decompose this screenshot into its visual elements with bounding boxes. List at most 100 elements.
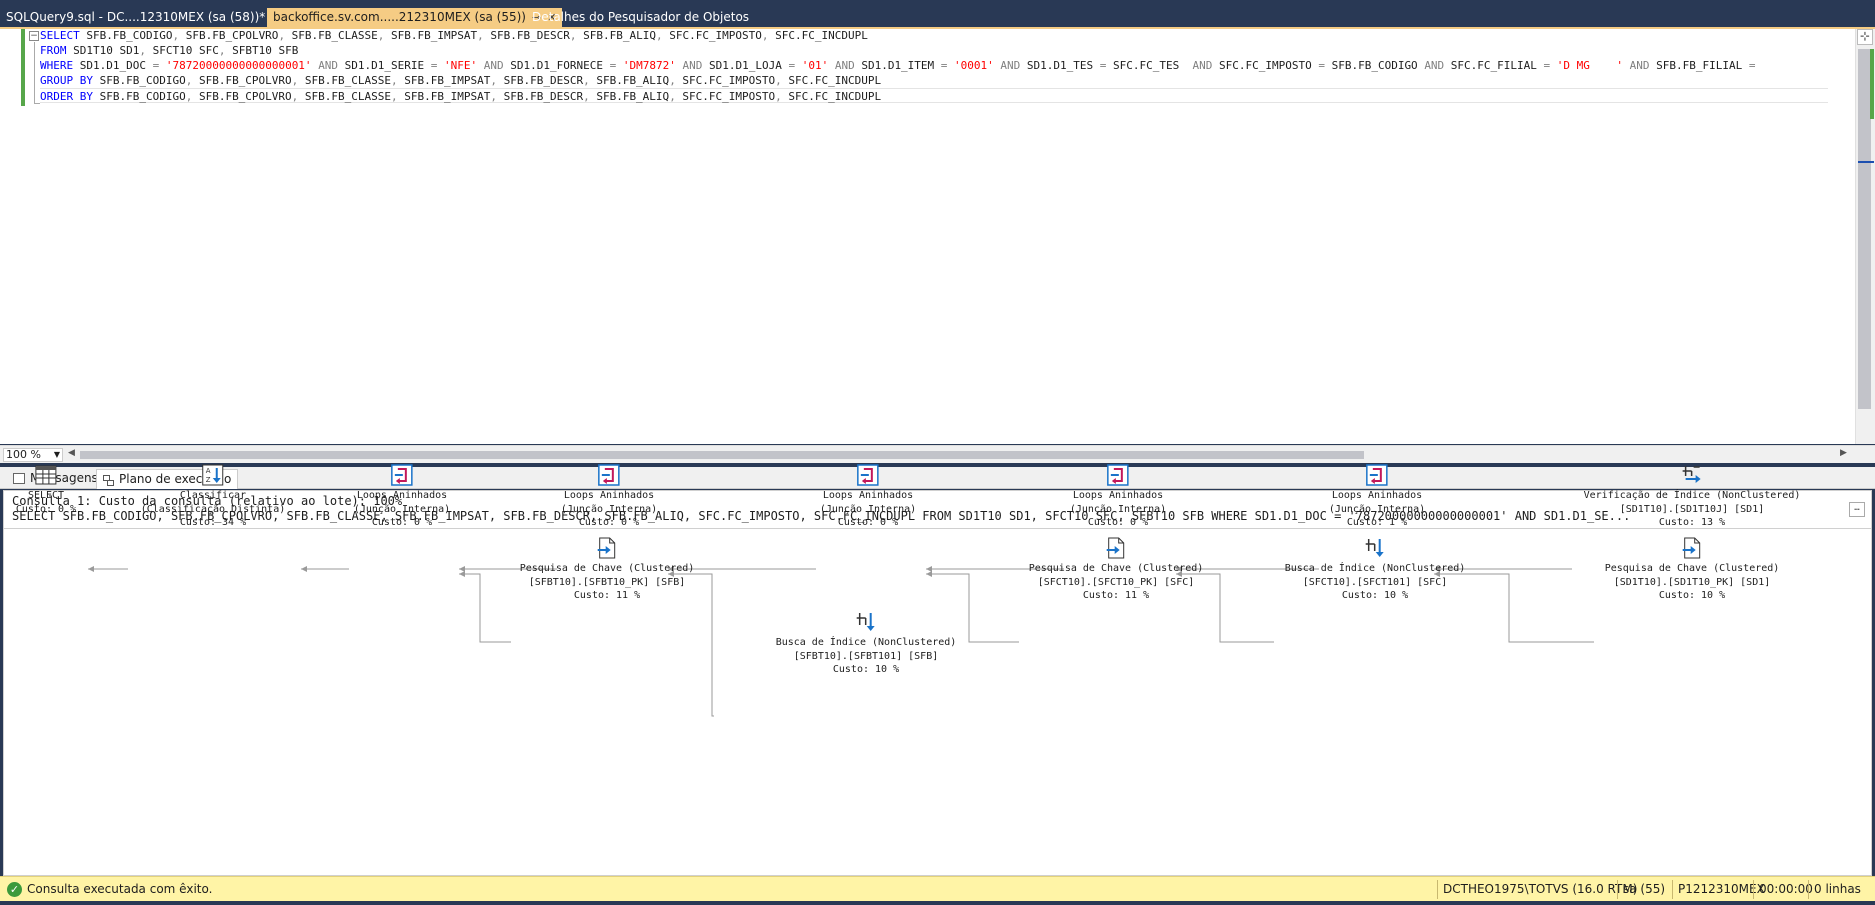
sql-token: SFB.FB_ALIQ [576, 29, 656, 42]
code-area[interactable]: SELECT SFB.FB_CODIGO, SFB.FB_CPOLVRO, SF… [40, 29, 1850, 389]
plan-node-label: Loops Aninhados [822, 490, 914, 501]
code-line[interactable]: GROUP BY SFB.FB_CODIGO, SFB.FB_CPOLVRO, … [40, 73, 881, 88]
plan-node-lookup_sd1[interactable]: Pesquisa de Chave (Clustered) [SD1T10].[S… [1605, 536, 1780, 603]
code-line[interactable]: FROM SD1T10 SD1, SFCT10 SFC, SFBT10 SFB [40, 43, 298, 58]
collapse-toggle-icon[interactable]: − [29, 31, 39, 41]
svg-text:Z: Z [206, 476, 211, 484]
query-editor[interactable]: − SELECT SFB.FB_CODIGO, SFB.FB_CPOLVRO, … [0, 29, 1875, 444]
sql-string: '78720000000000000001' [165, 59, 312, 72]
plan-node-label: Loops Aninhados [1072, 490, 1164, 501]
plan-node-label: Busca de Índice (NonClustered) [775, 637, 957, 648]
plan-node-lookup_sfb[interactable]: Pesquisa de Chave (Clustered) [SFBT10].[S… [520, 536, 694, 603]
status-divider [1808, 880, 1809, 899]
sql-operator: AND [1192, 59, 1213, 72]
plan-node-cost: Custo: 0 % [371, 517, 433, 528]
status-database: P1212310MEX [1678, 882, 1765, 896]
sql-token: SFCT10 SFC [145, 44, 219, 57]
sql-operator: , [391, 74, 398, 87]
sql-token: SD1T10 SD1 [66, 44, 140, 57]
execution-plan-pane[interactable]: Consulta 1: Custo da consulta (relativo … [3, 464, 1872, 876]
key-lookup-icon [1605, 536, 1780, 560]
sql-token: SD1.D1_TES [1020, 59, 1100, 72]
plan-node-label: (Junção Interna) [819, 503, 917, 515]
tab-label: Detalhes do Pesquisador de Objetos [532, 10, 750, 24]
sql-operator: AND [834, 59, 855, 72]
success-check-icon: ✓ [7, 882, 22, 897]
sql-keyword: WHERE [40, 59, 74, 72]
more-icon[interactable]: … [1849, 502, 1865, 517]
plan-node-seek_sfb[interactable]: Busca de Índice (NonClustered) [SFBT10].[… [775, 610, 957, 677]
sql-token: SFB.FB_IMPSAT [397, 90, 491, 103]
status-divider [1753, 880, 1754, 899]
split-editor-icon[interactable]: ⊹ [1857, 29, 1873, 45]
plan-node-select[interactable]: SELECT Custo: 0 % [16, 463, 76, 516]
sql-string: 'DM7872' [622, 59, 676, 72]
plan-node-sort[interactable]: A Z Classificar (Classificação Distinta) Cus… [140, 463, 286, 530]
sort-icon: AZ [141, 463, 286, 487]
sql-token: SFB.FB_CODIGO [92, 90, 186, 103]
sql-operator: , [655, 29, 663, 42]
sql-token: SFB.FB_CLASSE [298, 90, 392, 103]
sql-token: SD1.D1_DOC [73, 59, 153, 72]
plan-connector-lines [88, 566, 1594, 717]
sql-token: SFB.FB_ALIQ [589, 90, 670, 103]
plan-node-label: Loops Aninhados [356, 490, 448, 501]
tab-sqlquery9[interactable]: SQLQuery9.sql - DC....12310MEX (sa (58))… [0, 8, 271, 27]
sql-operator: AND [1000, 59, 1021, 72]
sql-token: SFB.FB_CODIGO [1324, 59, 1425, 72]
sql-token: SFC.FC_IMPOSTO [1212, 59, 1319, 72]
plan-node-label: Classificar [179, 490, 247, 501]
plan-node-label: Pesquisa de Chave (Clustered) [1028, 563, 1204, 574]
plan-connector-arrow [459, 571, 465, 577]
sql-token: SFC.FC_TES [1106, 59, 1193, 72]
tab-object-explorer-details[interactable]: Detalhes do Pesquisador de Objetos [526, 8, 755, 27]
plan-node-loop2[interactable]: Loops Aninhados (Junção Interna) Custo: 0 … [561, 463, 657, 530]
plan-node-label: [SD1T10].[SD1T10J] [SD1] [1619, 503, 1765, 515]
sql-operator: , [669, 74, 676, 87]
index-seek-icon [776, 610, 957, 634]
plan-node-cost: Custo: 0 % [837, 517, 899, 528]
tab-backoffice[interactable]: backoffice.sv.com.....212310MEX (sa (55)… [267, 8, 563, 27]
sql-token: SFBT10 SFB [225, 44, 299, 57]
zoom-select[interactable]: 100 % ▼ [3, 448, 63, 462]
status-message: Consulta executada com êxito. [27, 882, 213, 896]
plan-node-idxscan[interactable]: Verificação de Índice (NonClustered) [SD1… [1584, 463, 1800, 530]
plan-node-label: (Junção Interna) [1069, 503, 1167, 515]
sql-token: SFC.FC_INCDUPL [768, 29, 868, 42]
query-text: SELECT SFB.FB_CODIGO, SFB.FB_CPOLVRO, SF… [12, 509, 1631, 523]
sql-operator: AND [483, 59, 504, 72]
plan-node-cost: Custo: 34 % [179, 517, 247, 528]
code-line[interactable]: WHERE SD1.D1_DOC = '78720000000000000001… [40, 58, 1755, 73]
plan-node-cost: Custo: 0 % [1087, 517, 1149, 528]
sql-token: SFC.FC_IMPOSTO [662, 29, 762, 42]
plan-node-seek_sfc[interactable]: Busca de Índice (NonClustered) [SFCT10].[… [1285, 536, 1465, 603]
plan-node-label: (Junção Interna) [353, 503, 451, 515]
sql-token: SFB.FB_IMPSAT [397, 74, 491, 87]
sql-keyword: FROM [40, 44, 67, 57]
code-line[interactable]: ORDER BY SFB.FB_CODIGO, SFB.FB_CPOLVRO, … [40, 88, 1828, 103]
code-line[interactable]: SELECT SFB.FB_CODIGO, SFB.FB_CPOLVRO, SF… [40, 29, 868, 43]
editor-gutter [0, 29, 22, 444]
plan-node-label: [SFCT10].[SFCT10_PK] [SFC] [1037, 576, 1195, 588]
sql-token: SFB.FB_IMPSAT [384, 29, 478, 42]
sql-operator: , [490, 74, 497, 87]
plan-node-lookup_sfc[interactable]: Pesquisa de Chave (Clustered) [SFCT10].[S… [1028, 536, 1204, 603]
scroll-left-icon[interactable]: ◀ [68, 448, 75, 458]
plan-connector [459, 573, 511, 643]
scroll-right-icon[interactable]: ▶ [1840, 448, 1847, 458]
sql-operator: AND [1424, 59, 1445, 72]
plan-node-label: (Classificação Distinta) [140, 503, 286, 515]
plan-node-loop5[interactable]: Loops Aninhados (Junção Interna) Custo: 1 … [1329, 463, 1425, 530]
sql-keyword: SELECT [40, 29, 80, 42]
tab-label: SQLQuery9.sql - DC....12310MEX (sa (58))… [6, 10, 266, 24]
plan-node-loop1[interactable]: Loops Aninhados (Junção Interna) Custo: 0 … [354, 463, 450, 530]
horizontal-scrollbar-thumb[interactable] [80, 451, 1364, 459]
sql-operator: AND [318, 59, 339, 72]
sql-string: 'D MG ' [1556, 59, 1624, 72]
plan-node-loop4[interactable]: Loops Aninhados (Junção Interna) Custo: 0 … [1070, 463, 1166, 530]
plan-node-loop3[interactable]: Loops Aninhados (Junção Interna) Custo: 0 … [820, 463, 916, 530]
status-server: DCTHEO1975\TOTVS (16.0 RTM) [1443, 882, 1638, 896]
